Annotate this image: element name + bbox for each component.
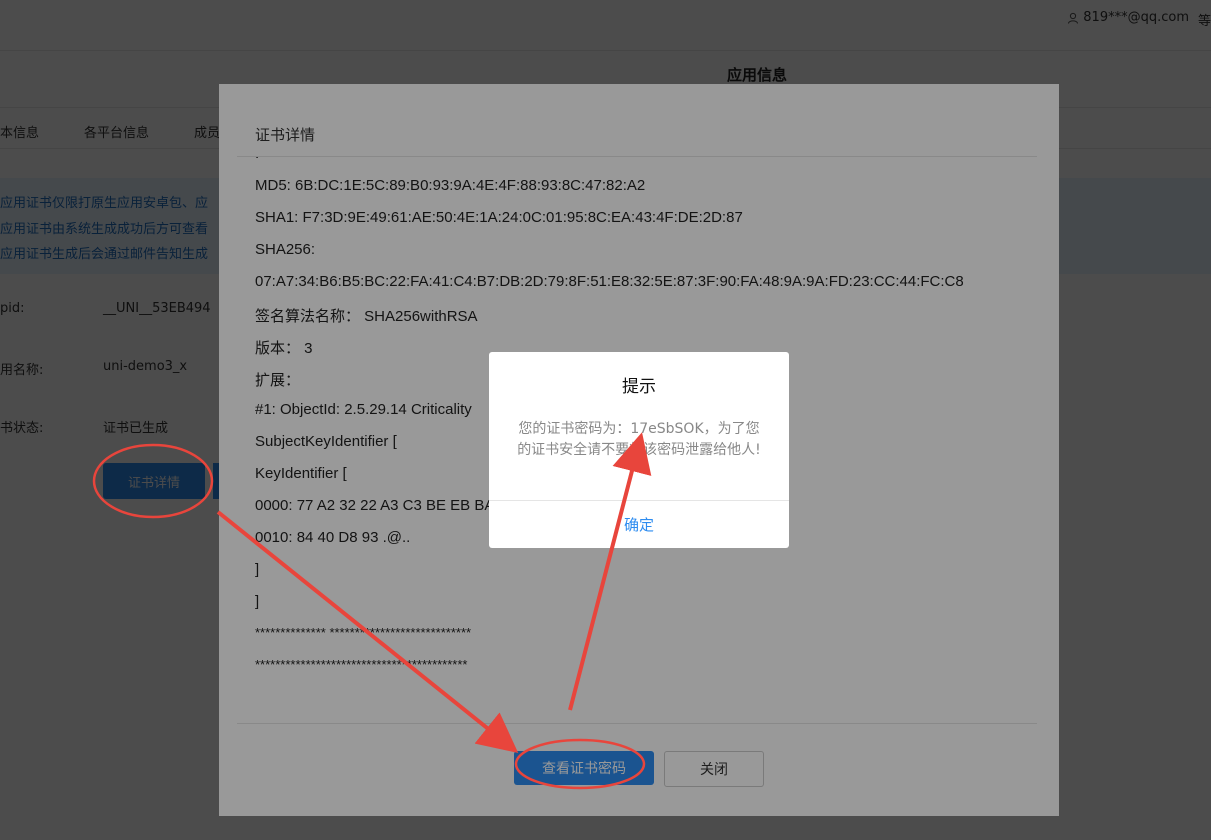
- password-alert-dialog: 提示 您的证书密码为：17eSbSOK，为了您的证书安全请不要将该密码泄露给他人…: [489, 352, 789, 548]
- confirm-button[interactable]: 确定: [489, 501, 789, 548]
- alert-message: 您的证书密码为：17eSbSOK，为了您的证书安全请不要将该密码泄露给他人!: [517, 421, 761, 458]
- alert-title: 提示: [622, 377, 656, 397]
